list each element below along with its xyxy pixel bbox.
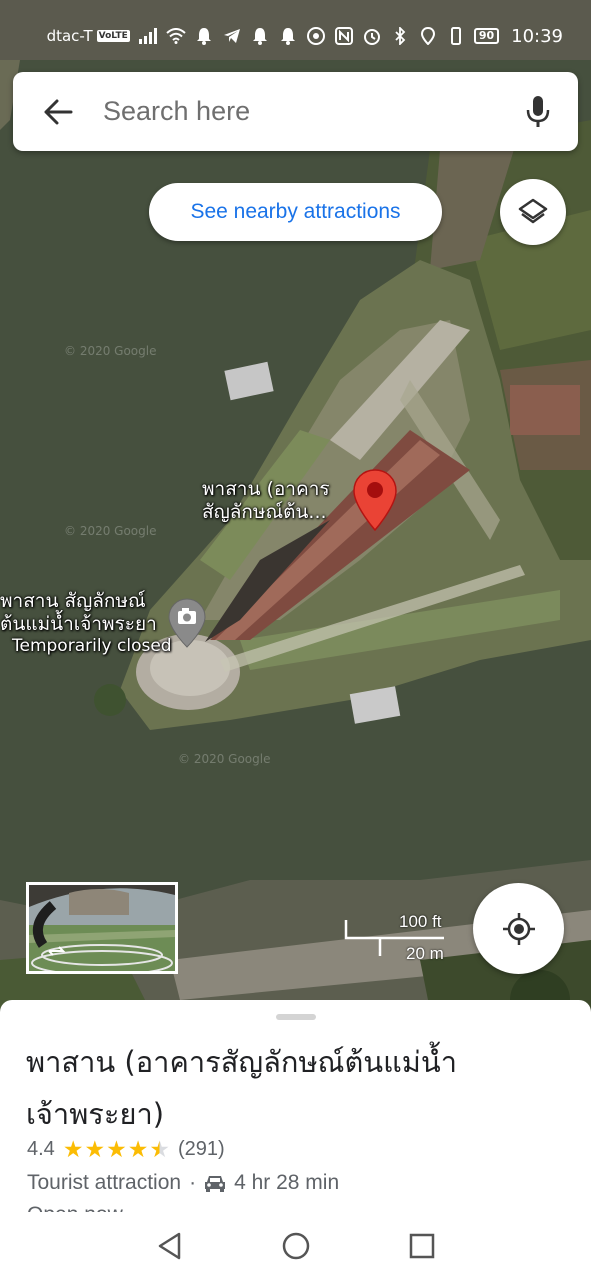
notification-bell-icon — [250, 26, 270, 46]
category-row: Tourist attraction · 4 hr 28 min — [27, 1171, 339, 1195]
layers-icon — [518, 198, 548, 224]
clock: 10:39 — [511, 25, 563, 47]
place-title: พาสาน (อาคารสัญลักษณ์ต้นแม่น้ำเจ้าพระยา) — [26, 1045, 458, 1131]
nav-back-button[interactable] — [150, 1226, 190, 1266]
star-full-icon: ★ — [106, 1136, 127, 1162]
carrier-name: dtac-T — [46, 27, 93, 45]
street-view-image — [29, 885, 175, 971]
circle-home-icon — [282, 1232, 309, 1260]
place-map-label[interactable]: พาสาน (อาคาร สัญลักษณ์ต้น... — [202, 478, 330, 524]
nav-recents-button[interactable] — [402, 1226, 442, 1266]
voice-search-button[interactable] — [498, 72, 578, 151]
place-map-label-line2: สัญลักษณ์ต้น... — [202, 500, 327, 523]
map-watermark: © 2020 Google — [64, 524, 157, 538]
see-nearby-attractions-button[interactable]: See nearby attractions — [149, 183, 442, 241]
chrome-icon — [306, 26, 326, 46]
rating-stars: ★ ★ ★ ★ ★ — [63, 1138, 170, 1161]
star-full-icon: ★ — [84, 1136, 106, 1162]
battery-indicator: 90 — [473, 28, 500, 44]
map-watermark: © 2020 Google — [64, 344, 157, 358]
nav-home-button[interactable] — [276, 1226, 316, 1266]
layers-button[interactable] — [500, 179, 566, 245]
system-nav-bar — [0, 1212, 591, 1280]
vibrate-icon — [446, 26, 466, 46]
scale-feet: 100 ft — [399, 912, 442, 931]
microphone-icon — [526, 95, 550, 127]
place-pin-icon[interactable] — [352, 468, 398, 532]
triangle-back-icon — [158, 1232, 180, 1260]
nearby-place-label-line2: ต้นแม่น้ำเจ้าพระยา — [0, 612, 157, 635]
my-location-icon — [502, 912, 535, 945]
volte-badge: VoLTE — [96, 30, 130, 42]
rating-row[interactable]: 4.4 ★ ★ ★ ★ ★ (291) — [27, 1138, 225, 1161]
place-bottom-sheet[interactable]: พาสาน (อาคารสัญลักษณ์ต้นแม่น้ำเจ้าพระยา)… — [0, 1000, 591, 1214]
drive-time: 4 hr 28 min — [234, 1171, 340, 1194]
review-count: (291) — [177, 1138, 225, 1160]
place-map-label-line1: พาสาน (อาคาร — [202, 478, 330, 500]
camera-pin-icon[interactable] — [168, 598, 206, 648]
nearby-place-label-line1: พาสาน สัญลักษณ์ — [0, 590, 146, 612]
search-input[interactable] — [103, 96, 498, 127]
street-view-thumbnail[interactable] — [26, 882, 178, 974]
carrier-info: dtac-T VoLTE — [47, 27, 130, 45]
star-full-icon: ★ — [127, 1136, 149, 1162]
star-half-icon: ★ — [149, 1136, 170, 1162]
square-recents-icon — [409, 1233, 434, 1259]
separator-dot: · — [189, 1171, 197, 1194]
notification-bell-icon — [194, 26, 214, 46]
notification-bell-icon — [278, 26, 298, 46]
star-full-icon: ★ — [62, 1136, 84, 1162]
bluetooth-icon — [390, 26, 410, 46]
telegram-icon — [222, 26, 242, 46]
nearby-place-label[interactable]: พาสาน สัญลักษณ์ ต้นแม่น้ำเจ้าพระยา Tempo… — [0, 590, 172, 656]
sheet-drag-handle[interactable] — [276, 1014, 316, 1020]
place-category: Tourist attraction — [27, 1171, 182, 1194]
map-watermark: © 2020 Google — [178, 752, 271, 766]
arrow-left-icon — [44, 99, 73, 124]
wifi-icon — [166, 26, 186, 46]
location-icon — [418, 26, 438, 46]
my-location-button[interactable] — [473, 883, 564, 974]
scale-meters: 20 m — [406, 944, 444, 963]
rating-value: 4.4 — [27, 1138, 55, 1160]
nearby-place-status: Temporarily closed — [12, 635, 172, 656]
alarm-icon — [362, 26, 382, 46]
back-button[interactable] — [13, 72, 103, 151]
car-icon — [205, 1176, 226, 1192]
map-scale: 100 ft 20 m — [344, 912, 454, 966]
nfc-icon — [334, 26, 354, 46]
search-bar — [13, 72, 578, 151]
signal-icon — [138, 26, 158, 46]
status-bar: dtac-T VoLTE 90 10:39 — [0, 0, 591, 72]
